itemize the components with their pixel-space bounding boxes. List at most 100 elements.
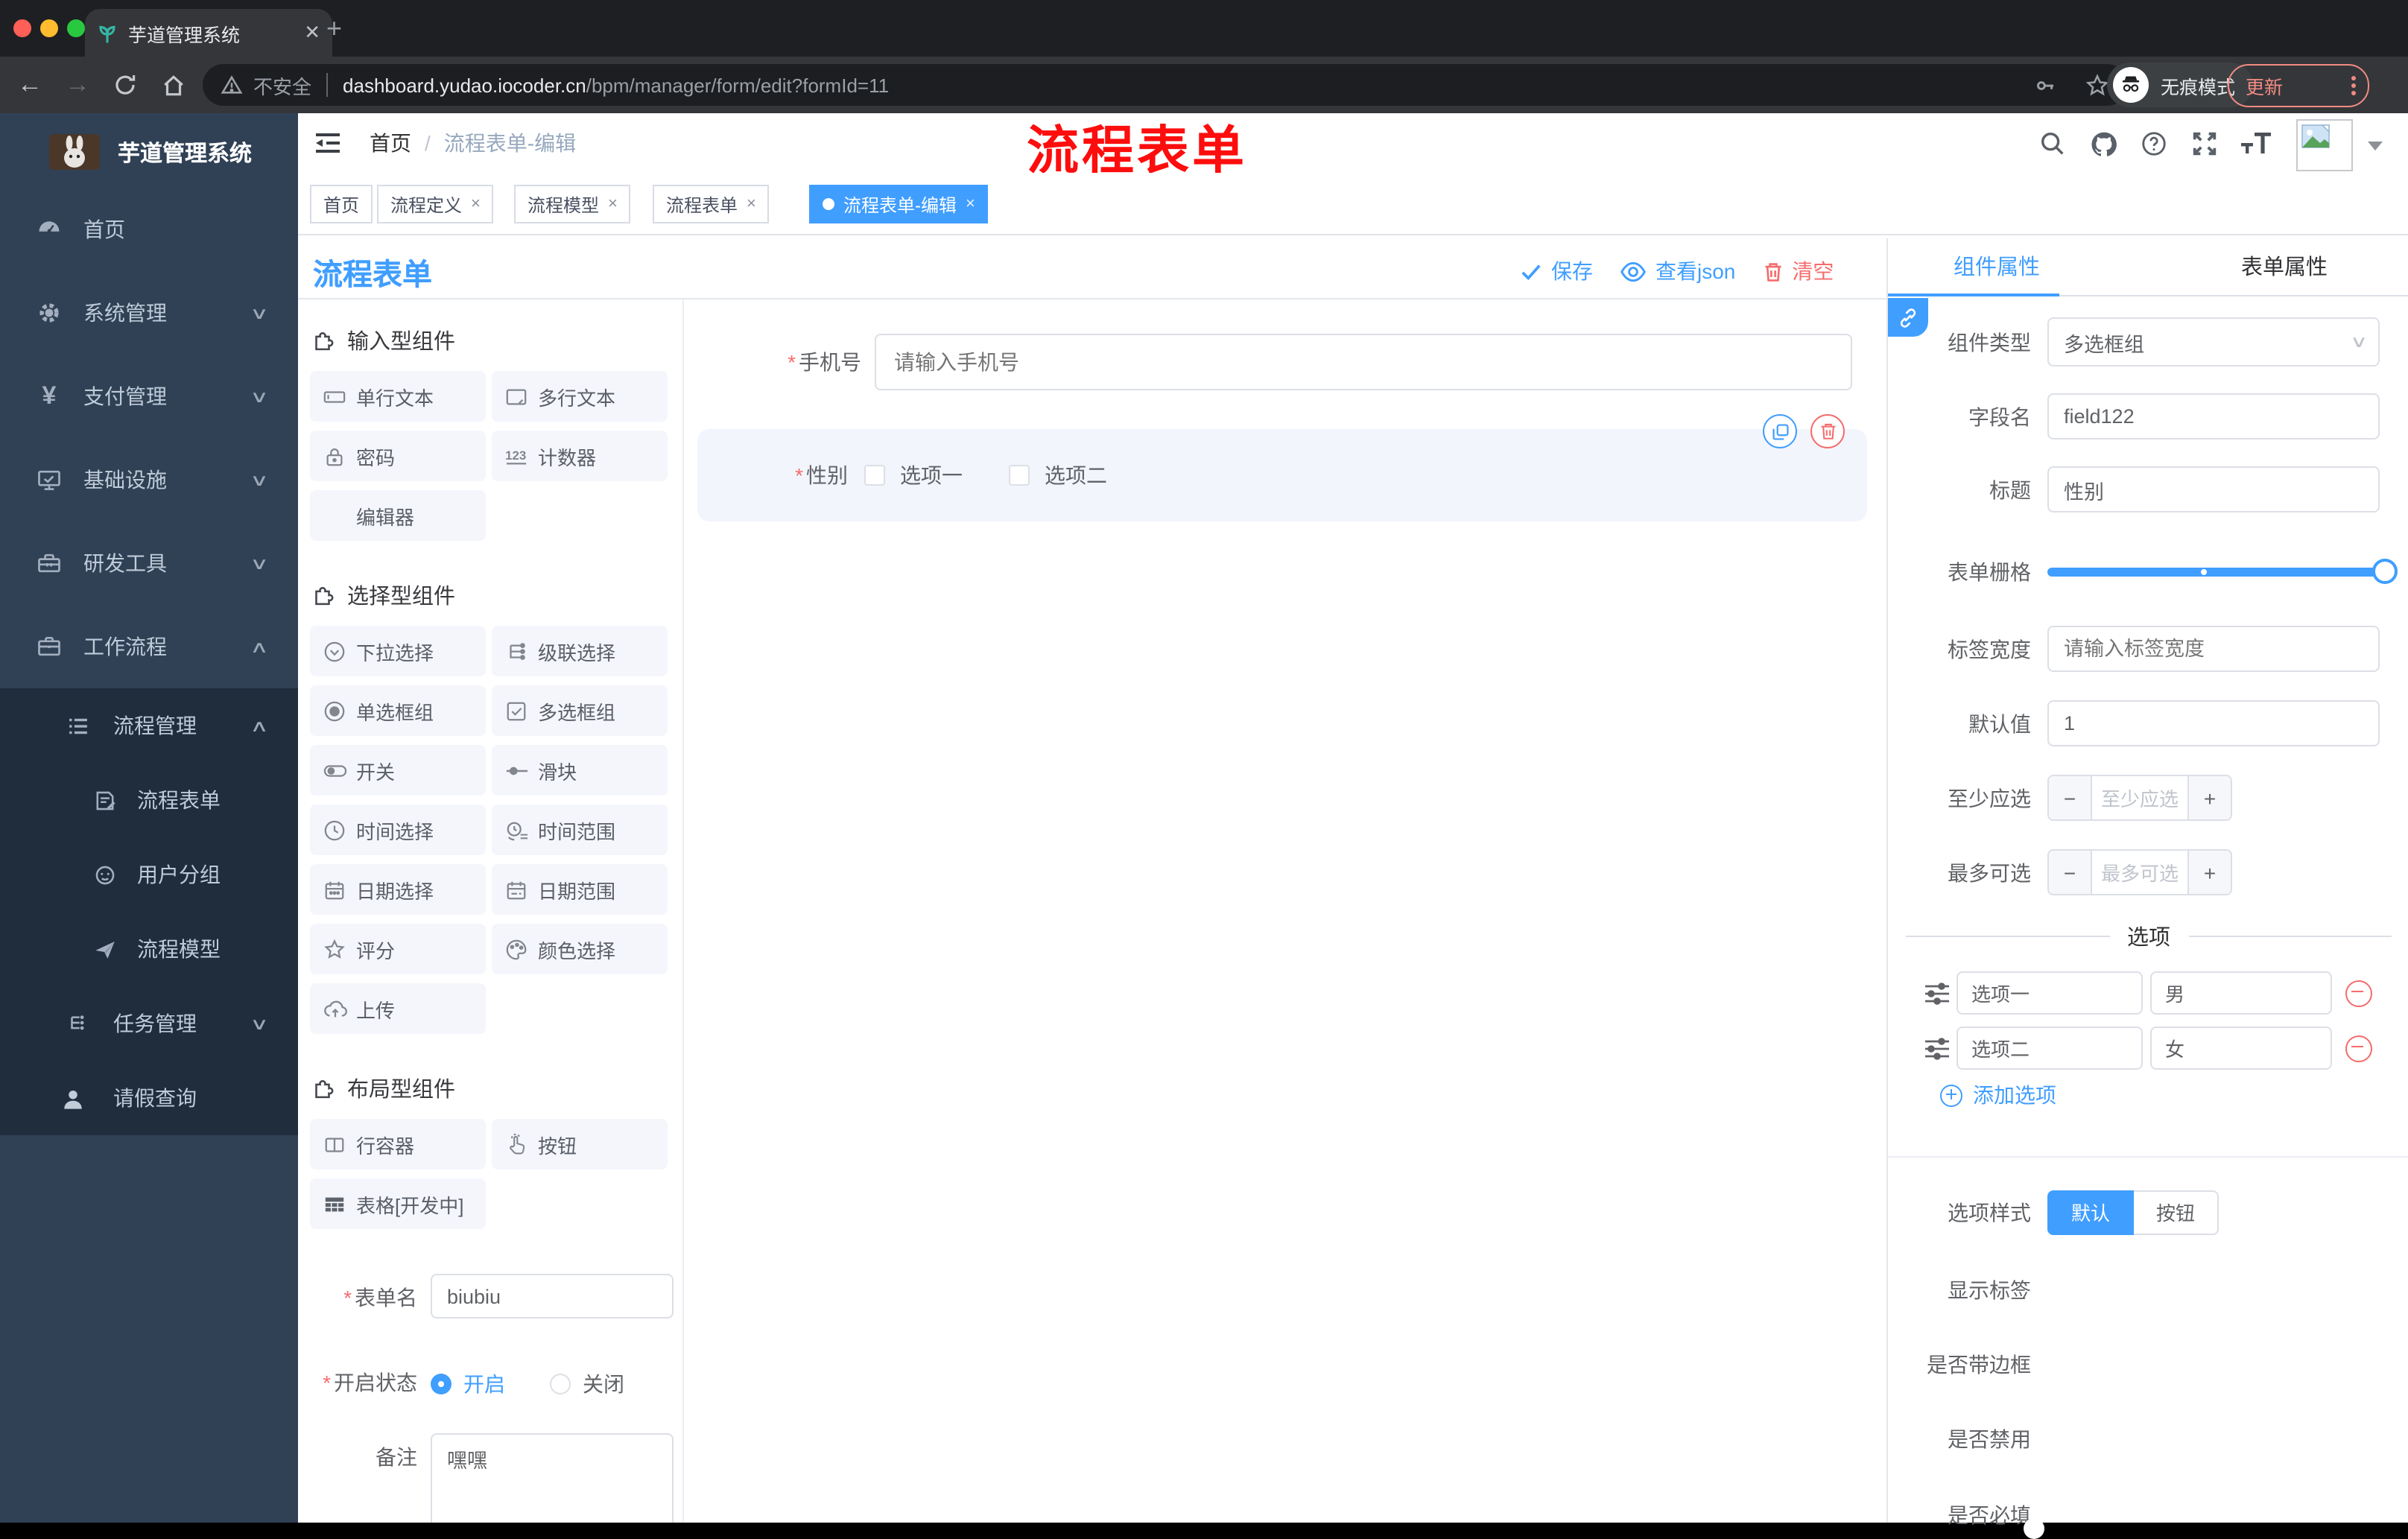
sidebar-item-workflow[interactable]: 工作流程 ∧ (0, 605, 298, 688)
grid-slider[interactable] (2047, 559, 2398, 584)
palette-item-date-picker[interactable]: 日期选择 (310, 864, 486, 915)
palette-item-password[interactable]: 密码 (310, 431, 486, 481)
status-off-label[interactable]: 关闭 (583, 1369, 624, 1399)
window-minimize-button[interactable] (40, 19, 58, 37)
back-icon[interactable]: ← (12, 67, 48, 103)
tag-process-definition[interactable]: 流程定义 × (377, 185, 494, 223)
style-button-button[interactable]: 按钮 (2134, 1190, 2220, 1235)
forward-icon[interactable]: → (60, 67, 95, 103)
sidebar-item-process-form[interactable]: 流程表单 (0, 763, 298, 837)
tag-process-model[interactable]: 流程模型 × (514, 185, 631, 223)
remove-option-icon[interactable] (2345, 1035, 2372, 1062)
avatar-dropdown-caret-icon[interactable] (2368, 142, 2383, 150)
palette-item-time-range[interactable]: 时间范围 (492, 805, 668, 855)
sidebar-item-process-mgmt[interactable]: 流程管理 ∧ (0, 688, 298, 763)
sidebar-logo[interactable]: 芋道管理系统 (0, 113, 298, 191)
sidebar-item-infra[interactable]: 基础设施 ∨ (0, 438, 298, 521)
tag-close-icon[interactable]: × (966, 195, 975, 213)
palette-item-select[interactable]: 下拉选择 (310, 626, 486, 676)
palette-item-single-text[interactable]: 单行文本 (310, 371, 486, 422)
copy-component-button[interactable] (1763, 414, 1797, 448)
tag-home[interactable]: 首页 (310, 185, 373, 223)
tag-close-icon[interactable]: × (608, 195, 618, 213)
canvas-phone-field[interactable]: * 手机号 (720, 334, 1852, 390)
phone-input[interactable] (875, 334, 1852, 390)
min-select-value[interactable]: 至少应选 (2092, 776, 2187, 819)
update-label[interactable]: 更新 (2246, 72, 2283, 100)
sidebar-item-system[interactable]: 系统管理 ∨ (0, 271, 298, 355)
avatar[interactable] (2296, 119, 2353, 171)
sidebar-collapse-icon[interactable] (313, 128, 343, 158)
default-value-input[interactable] (2047, 700, 2380, 746)
url-bar[interactable]: 不安全 dashboard.yudao.iocoder.cn/bpm/manag… (203, 64, 2128, 106)
chrome-update-button[interactable]: 更新 (2228, 64, 2369, 107)
tag-process-form-edit[interactable]: 流程表单-编辑 × (809, 185, 989, 223)
decrease-button[interactable]: − (2049, 776, 2092, 819)
delete-component-button[interactable] (1810, 414, 1845, 448)
drag-handle-icon[interactable] (1924, 1036, 1951, 1060)
radio-off-icon[interactable] (550, 1374, 571, 1394)
palette-item-upload[interactable]: 上传 (310, 983, 486, 1034)
radio-on-icon[interactable] (431, 1374, 452, 1394)
search-icon[interactable] (2038, 130, 2068, 159)
browser-tab[interactable]: 芋道管理系统 ✕ (85, 9, 332, 57)
view-json-button[interactable]: 查看json (1620, 256, 1735, 286)
style-default-button[interactable]: 默认 (2047, 1190, 2135, 1235)
status-on-label[interactable]: 开启 (463, 1369, 505, 1399)
checkbox-option2[interactable] (1009, 465, 1030, 486)
form-name-input[interactable] (431, 1274, 674, 1319)
max-select-value[interactable]: 最多可选 (2092, 851, 2187, 894)
tag-process-form[interactable]: 流程表单 × (653, 185, 770, 223)
font-size-icon[interactable] (2238, 127, 2271, 156)
sidebar-item-payment[interactable]: ¥ 支付管理 ∨ (0, 355, 298, 438)
sidebar-item-home[interactable]: 首页 (0, 188, 298, 271)
palette-item-rate[interactable]: 评分 (310, 924, 486, 974)
remove-option-icon[interactable] (2345, 980, 2372, 1006)
label-width-input[interactable] (2047, 626, 2380, 672)
component-type-select[interactable]: 多选框组 ∨ (2047, 317, 2380, 366)
palette-item-button[interactable]: 按钮 (492, 1119, 668, 1170)
palette-item-radio-group[interactable]: 单选框组 (310, 685, 486, 736)
option1-value-input[interactable] (2150, 971, 2332, 1015)
sidebar-item-devtools[interactable]: 研发工具 ∨ (0, 521, 298, 605)
field-name-input[interactable] (2047, 393, 2380, 440)
palette-item-date-range[interactable]: 日期范围 (492, 864, 668, 915)
checkbox-option1[interactable] (864, 465, 885, 486)
tab-close-icon[interactable]: ✕ (304, 21, 320, 45)
palette-item-time-picker[interactable]: 时间选择 (310, 805, 486, 855)
tab-form-props[interactable]: 表单属性 (2241, 238, 2328, 298)
option2-label-input[interactable] (1956, 1026, 2143, 1070)
chrome-menu-icon[interactable] (2351, 76, 2356, 95)
palette-item-counter[interactable]: 123 计数器 (492, 431, 668, 481)
new-tab-button[interactable]: + (326, 15, 342, 42)
palette-item-editor[interactable]: 编辑器 (310, 490, 486, 541)
title-input[interactable] (2047, 466, 2380, 513)
sidebar-item-process-model[interactable]: 流程模型 (0, 912, 298, 986)
help-icon[interactable] (2140, 130, 2170, 159)
password-key-icon[interactable] (2032, 72, 2058, 98)
drag-handle-icon[interactable] (1924, 981, 1951, 1005)
window-close-button[interactable] (13, 19, 31, 37)
slider-handle[interactable] (2372, 559, 2398, 584)
palette-item-row-container[interactable]: 行容器 (310, 1119, 486, 1170)
increase-button[interactable]: + (2187, 851, 2231, 894)
palette-item-color-picker[interactable]: 颜色选择 (492, 924, 668, 974)
sidebar-item-task-mgmt[interactable]: 任务管理 ∨ (0, 986, 298, 1061)
palette-item-switch[interactable]: 开关 (310, 745, 486, 796)
fullscreen-icon[interactable] (2190, 130, 2220, 159)
clear-button[interactable]: 清空 (1762, 256, 1834, 286)
tag-close-icon[interactable]: × (471, 195, 481, 213)
decrease-button[interactable]: − (2049, 851, 2092, 894)
bookmark-star-icon[interactable] (2085, 72, 2110, 98)
palette-item-slider[interactable]: 滑块 (492, 745, 668, 796)
gender-option2-label[interactable]: 选项二 (1045, 460, 1107, 490)
breadcrumb-home[interactable]: 首页 (370, 128, 411, 158)
save-button[interactable]: 保存 (1520, 256, 1593, 286)
tab-component-props[interactable]: 组件属性 (1954, 238, 2040, 298)
reload-icon[interactable] (107, 67, 143, 103)
tag-close-icon[interactable]: × (747, 195, 756, 213)
palette-item-multi-text[interactable]: 多行文本 (492, 371, 668, 422)
gender-option1-label[interactable]: 选项一 (900, 460, 963, 490)
add-option-button[interactable]: 添加选项 (1940, 1080, 2056, 1110)
palette-item-cascader[interactable]: 级联选择 (492, 626, 668, 676)
